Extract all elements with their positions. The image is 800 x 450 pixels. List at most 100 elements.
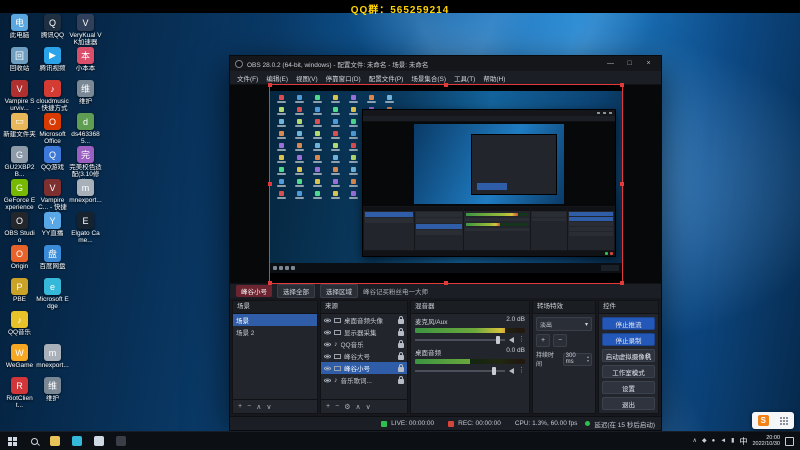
volume-tray-icon[interactable]: ◄ [720,438,726,444]
desktop-icon[interactable]: m mnexport... [36,344,69,369]
move-source-up-button[interactable]: ∧ [355,403,360,411]
selection-handle[interactable] [267,281,272,285]
move-scene-down-button[interactable]: ∨ [266,403,271,411]
add-scene-button[interactable]: + [238,403,242,410]
visibility-eye-icon[interactable] [324,366,331,370]
source-item[interactable]: 显示器采集 [321,326,407,338]
taskbar-app-edge[interactable] [66,432,88,450]
mixer-menu-icon[interactable]: ⋮ [518,336,525,343]
desktop-icon[interactable]: G GU2XBP2B... [3,146,36,179]
scene-item[interactable]: 场景 [233,314,317,326]
source-item[interactable]: ♪ QQ音乐 [321,338,407,350]
move-scene-up-button[interactable]: ∧ [256,403,261,411]
lock-icon[interactable] [398,375,404,384]
network-tray-icon[interactable]: ▮ [731,438,734,444]
control-button[interactable]: 退出 [602,397,655,410]
control-button[interactable]: 工作室模式 [602,365,655,378]
selection-handle[interactable] [267,182,272,186]
lock-icon[interactable] [398,351,404,360]
desktop-icon[interactable]: Q QQ游戏 [36,146,69,171]
ime-grid-icon[interactable] [780,416,789,425]
ime-logo-icon[interactable]: S [757,415,769,426]
desktop-icon[interactable]: R RiotClient... [3,377,36,410]
control-button[interactable]: 启动虚拟摄像机 ⚙ [602,349,655,362]
visibility-eye-icon[interactable] [324,342,331,346]
desktop-icon[interactable]: O Origin [3,245,36,270]
desktop-icon[interactable]: ▭ 新建文件夹 [3,113,36,138]
visibility-eye-icon[interactable] [324,378,331,382]
remove-transition-button[interactable]: − [553,334,567,347]
lock-icon[interactable] [398,327,404,336]
menu-item[interactable]: 视图(V) [292,73,322,83]
desktop-icon[interactable]: 维维护 [69,80,102,105]
desktop-icon[interactable]: Y YY直播 [36,212,69,237]
desktop-icon[interactable]: e Microsoft Edge [36,278,69,311]
desktop-icon[interactable]: 维维护 [36,377,69,402]
taskbar-app-qq[interactable] [88,432,110,450]
menu-item[interactable]: 工具(T) [450,73,479,83]
desktop-icon[interactable]: Q 腾讯QQ [36,14,69,39]
control-button[interactable]: 停止录制 [602,333,655,346]
desktop-icon[interactable]: m mnexport... [69,179,102,204]
volume-slider-knob[interactable] [492,366,497,375]
desktop-icon[interactable]: ♪ cloudmusic - 快捷方式 [36,80,69,113]
desktop-icon[interactable]: 电此电脑 [3,14,36,39]
start-button[interactable] [0,432,24,450]
add-transition-button[interactable]: + [536,334,550,347]
volume-slider-track[interactable] [415,366,505,375]
volume-slider[interactable]: ⋮ [415,335,525,344]
desktop-icon[interactable]: ▶ 腾讯视频 [36,47,69,72]
obs-preview[interactable]: QQ群：565259214 [230,83,661,285]
desktop-icon[interactable]: ♪ QQ音乐 [3,311,36,336]
menu-item[interactable]: 编辑(E) [262,73,292,83]
desktop-icon[interactable]: P PBE [3,278,36,303]
maximize-button[interactable]: □ [622,56,637,71]
source-item[interactable]: 峰谷大号 [321,350,407,362]
selection-handle[interactable] [619,281,624,285]
desktop-icon[interactable]: V VeryKual VK加速器 [69,14,102,47]
selection-handle[interactable] [619,83,624,87]
spinner-arrows-icon[interactable]: ▴ ▾ [587,355,589,363]
add-source-button[interactable]: + [326,403,330,410]
desktop-icon[interactable]: O Microsoft Office [36,113,69,146]
volume-slider[interactable]: ⋮ [415,366,525,375]
desktop-icon[interactable]: 回回收站 [3,47,36,72]
gear-icon[interactable]: ⚙ [645,352,651,360]
control-button[interactable]: 设置 [602,381,655,394]
lock-icon[interactable] [398,363,404,372]
taskbar-search-button[interactable] [24,432,44,450]
volume-slider-track[interactable] [415,335,505,344]
volume-slider-knob[interactable] [496,335,500,344]
captured-display-source[interactable]: QQ群：565259214 [267,83,624,285]
scene-item[interactable]: 场景 2 [233,326,317,338]
visibility-eye-icon[interactable] [324,330,331,334]
menu-item[interactable]: 配置文件(P) [365,73,408,83]
desktop-icon[interactable]: 盘百度网盘 [36,245,69,270]
desktop-icon[interactable]: G GeForce Experience [3,179,36,212]
selection-handle[interactable] [619,182,624,186]
source-properties-icon[interactable]: ⚙ [344,403,350,411]
source-item[interactable]: ♪ 音乐歌词... [321,374,407,386]
desktop-icon[interactable]: W WeGame [3,344,36,369]
selection-handle[interactable] [443,83,448,87]
select-all-button[interactable]: 选择全部 [277,284,315,298]
desktop-icon[interactable]: d ds4633685... [69,113,102,146]
obs-titlebar[interactable]: OBS 28.0.2 (64-bit, windows) - 配置文件: 未命名… [230,56,661,71]
hidden-icons-icon[interactable]: ∧ [693,438,697,444]
ime-toolbar[interactable]: S [752,412,794,429]
menu-item[interactable]: 场景集合(S) [407,73,450,83]
selection-handle[interactable] [267,83,272,87]
nvidia-tray-icon[interactable]: ◆ [702,438,707,444]
remove-scene-button[interactable]: − [247,403,251,410]
speaker-icon[interactable] [509,336,514,343]
notification-center-icon[interactable] [785,436,794,446]
menu-item[interactable]: 停靠窗口(D) [322,73,365,83]
desktop-icon[interactable]: 完完美校色适配(3.10修復) [69,146,102,179]
minimize-button[interactable]: — [603,56,618,71]
speaker-icon[interactable] [509,367,514,374]
remove-source-button[interactable]: − [335,403,339,410]
menu-item[interactable]: 文件(F) [233,73,262,83]
selection-handle[interactable] [443,281,448,285]
taskbar-clock[interactable]: 20:00 2022/10/30 [752,435,780,447]
lock-icon[interactable] [398,339,404,348]
